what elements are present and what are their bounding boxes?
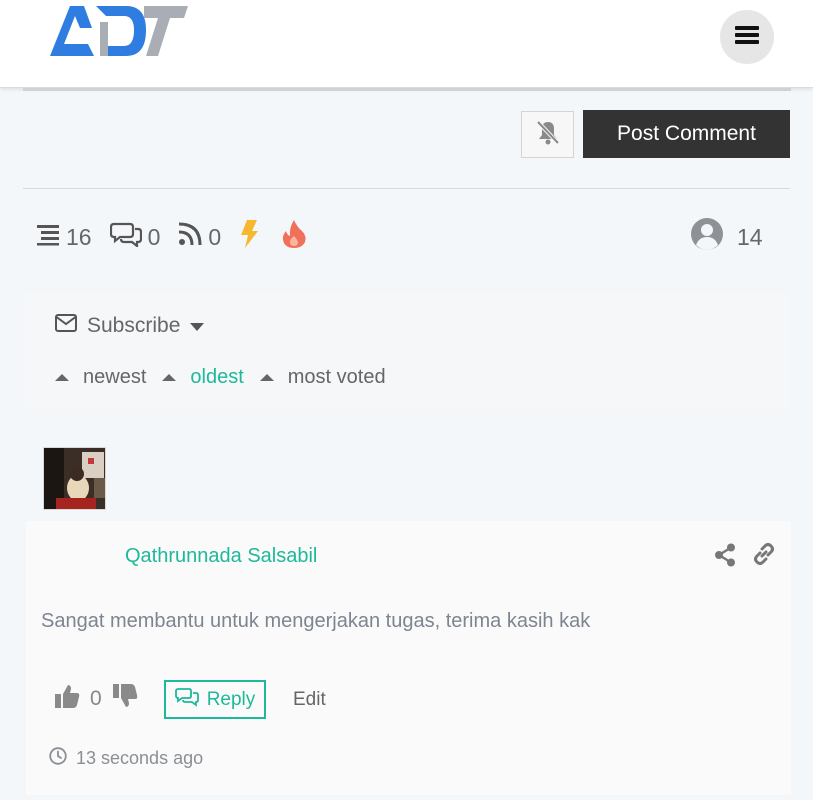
replies-stat[interactable]: 0 — [109, 221, 161, 253]
sort-newest-label: newest — [83, 366, 147, 388]
caret-up-icon — [259, 374, 274, 381]
vote-count: 0 — [90, 687, 102, 710]
edit-link[interactable]: Edit — [293, 689, 326, 711]
site-logo[interactable] — [48, 0, 190, 60]
timestamp-text: 13 seconds ago — [76, 748, 204, 768]
thread-stats: 16 0 0 — [36, 218, 329, 256]
vote-controls: 0 — [54, 683, 138, 715]
site-header — [0, 0, 813, 88]
envelope-icon — [55, 314, 77, 338]
comment-card: Qathrunnada Salsabil Sangat membantu unt… — [26, 521, 791, 795]
notify-toggle-button[interactable] — [521, 111, 574, 158]
comment-author[interactable]: Qathrunnada Salsabil — [125, 545, 317, 568]
caret-up-icon — [55, 374, 69, 381]
thumbs-up-icon[interactable] — [54, 683, 80, 715]
link-icon[interactable] — [752, 542, 776, 571]
post-comment-button[interactable]: Post Comment — [583, 110, 790, 158]
sort-most-voted-label: most voted — [287, 366, 386, 388]
followers-count: 0 — [208, 223, 222, 250]
sort-oldest[interactable]: oldest — [162, 366, 244, 389]
user-circle-icon — [690, 217, 737, 257]
users-count: 14 — [737, 223, 763, 250]
hamburger-menu-icon — [735, 25, 759, 50]
replies-count: 0 — [147, 223, 161, 250]
fire-icon — [281, 219, 307, 255]
clock-icon — [49, 747, 76, 770]
comments-icon — [109, 221, 148, 253]
share-icon[interactable] — [714, 543, 736, 572]
comment-timestamp: 13 seconds ago — [49, 747, 203, 770]
trending-stat[interactable] — [281, 219, 307, 255]
comment-textarea-edge — [23, 88, 791, 91]
followers-stat[interactable]: 0 — [178, 222, 221, 252]
subscribe-dropdown[interactable]: Subscribe — [55, 314, 205, 338]
caret-down-icon — [190, 314, 205, 338]
sort-oldest-label: oldest — [190, 366, 244, 388]
bolt-icon — [239, 219, 259, 255]
hamburger-menu-button[interactable] — [720, 10, 774, 64]
online-users-stat[interactable]: 14 — [690, 218, 763, 256]
reply-button[interactable]: Reply — [164, 680, 266, 719]
thumbs-down-icon[interactable] — [112, 683, 138, 715]
threads-count: 16 — [66, 223, 92, 250]
subscribe-panel: Subscribe newest oldest most voted — [23, 292, 790, 409]
sort-options: newest oldest most voted — [55, 366, 402, 389]
hot-stat[interactable] — [239, 219, 259, 255]
threads-stat[interactable]: 16 — [36, 222, 92, 252]
rss-icon — [178, 222, 208, 252]
comments-icon — [174, 687, 207, 713]
sort-newest[interactable]: newest — [55, 366, 146, 389]
reply-label: Reply — [206, 688, 256, 710]
list-icon — [36, 222, 66, 252]
sort-most-voted[interactable]: most voted — [259, 366, 386, 389]
bell-slash-icon — [534, 118, 562, 151]
caret-up-icon — [162, 374, 177, 381]
section-divider — [23, 188, 790, 189]
comment-text: Sangat membantu untuk mengerjakan tugas,… — [41, 610, 591, 632]
avatar[interactable] — [43, 447, 106, 510]
subscribe-label: Subscribe — [87, 314, 181, 337]
